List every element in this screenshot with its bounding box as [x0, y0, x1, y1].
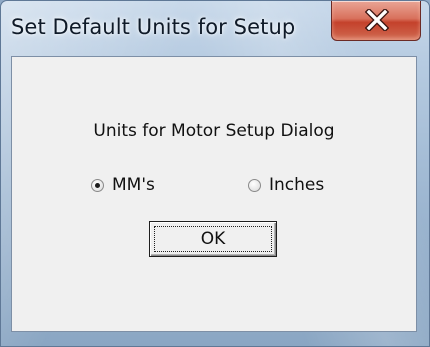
- units-prompt-label: Units for Motor Setup Dialog: [93, 121, 335, 141]
- close-icon: [365, 9, 389, 31]
- window-title: Set Default Units for Setup: [11, 15, 296, 39]
- dialog-window: Set Default Units for Setup Units for Mo…: [0, 0, 430, 347]
- radio-mm-label: MM's: [112, 175, 155, 195]
- radio-mm[interactable]: MM's: [91, 174, 155, 196]
- close-button[interactable]: [331, 1, 421, 41]
- radio-inches[interactable]: Inches: [248, 174, 324, 196]
- radio-inches-indicator[interactable]: [248, 178, 261, 192]
- radio-mm-indicator[interactable]: [91, 178, 104, 192]
- ok-button[interactable]: OK: [149, 221, 277, 257]
- dialog-body: Units for Motor Setup Dialog MM's Inches…: [11, 56, 417, 332]
- radio-inches-label: Inches: [269, 175, 325, 195]
